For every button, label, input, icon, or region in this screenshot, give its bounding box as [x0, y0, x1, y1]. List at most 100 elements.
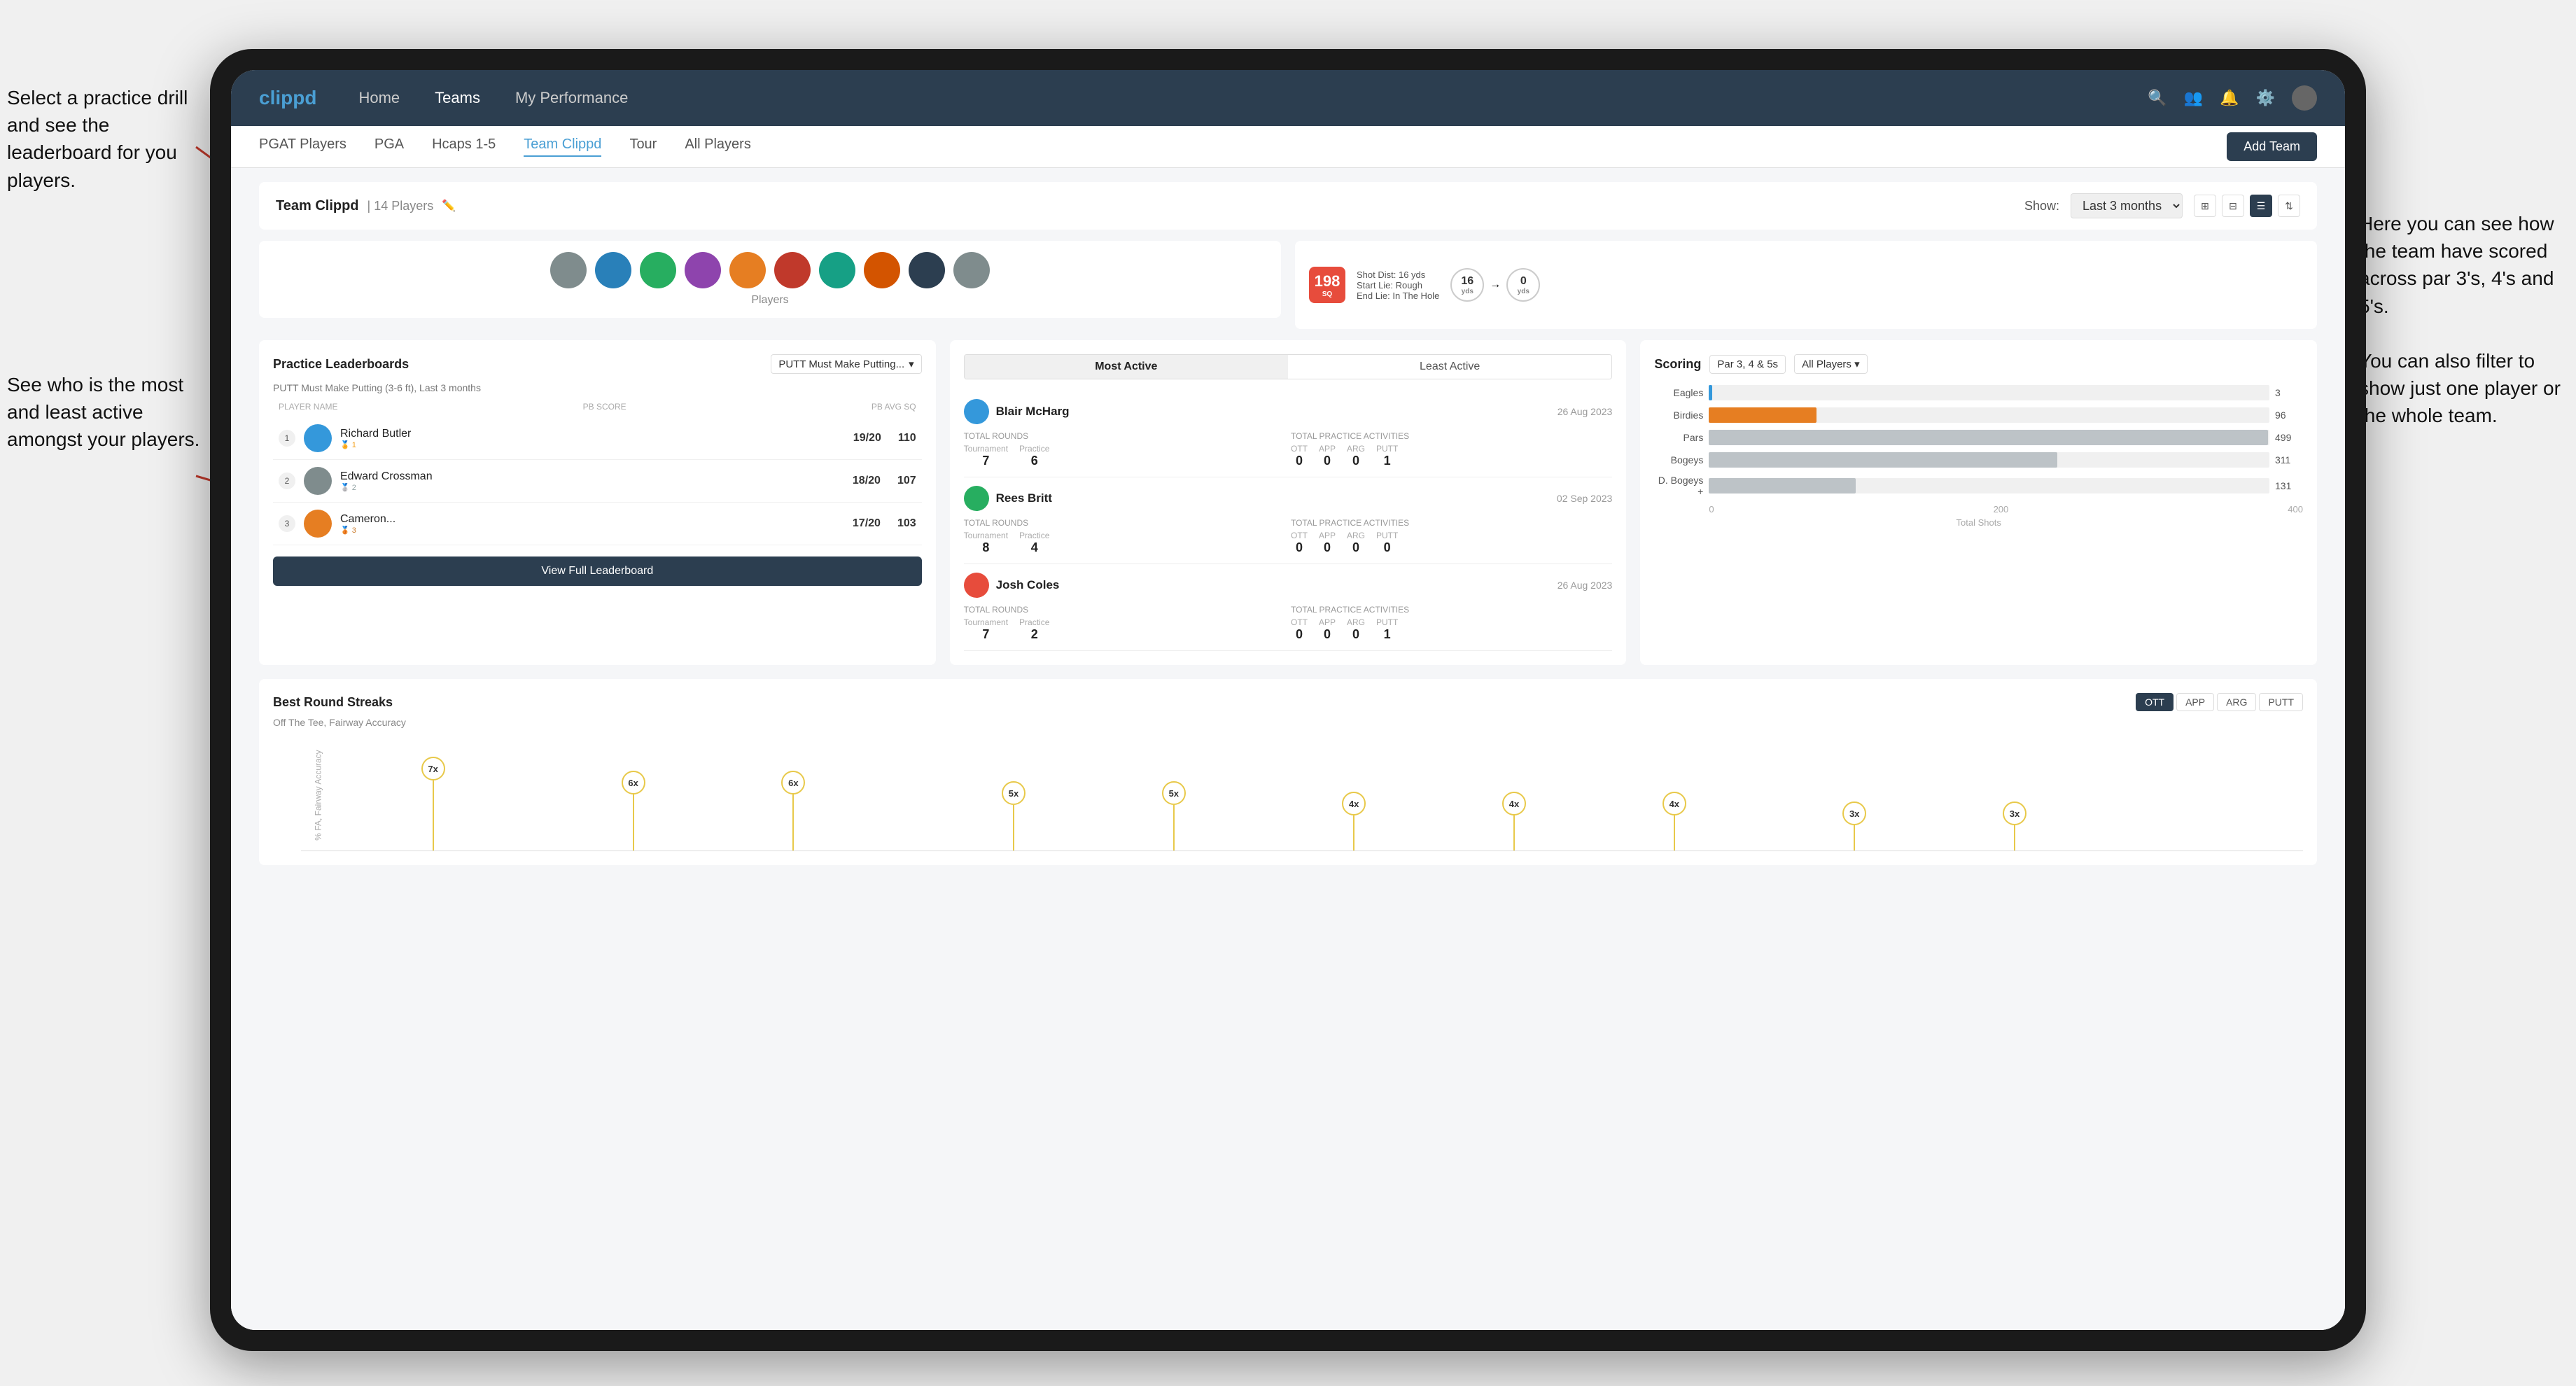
streak-line-4x-2 — [1513, 816, 1515, 850]
pc-ott-1: OTT 0 — [1291, 444, 1308, 468]
streak-badge-6x-2: 6x — [781, 771, 805, 794]
pc-avatar-3 — [964, 573, 989, 598]
streak-filter-app[interactable]: APP — [2176, 693, 2214, 711]
activity-tabs: Most Active Least Active — [964, 354, 1613, 379]
tab-least-active[interactable]: Least Active — [1288, 355, 1611, 379]
streak-filter-putt[interactable]: PUTT — [2259, 693, 2303, 711]
drill-dropdown[interactable]: PUTT Must Make Putting... ▾ — [771, 354, 921, 374]
streak-filter-arg[interactable]: ARG — [2217, 693, 2256, 711]
bar-label-eagles: Eagles — [1654, 387, 1703, 398]
bar-value-eagles: 3 — [2275, 387, 2303, 398]
tab-pgat-players[interactable]: PGAT Players — [259, 136, 346, 157]
player-avatar-8[interactable] — [864, 252, 900, 288]
tab-all-players[interactable]: All Players — [685, 136, 750, 157]
team-info: Team Clippd | 14 Players ✏️ — [276, 198, 456, 214]
player-avatar-4[interactable] — [685, 252, 721, 288]
streak-line-4x-1 — [1353, 816, 1354, 850]
total-shots-label: Total Shots — [1654, 517, 2303, 528]
user-avatar[interactable] — [2292, 85, 2317, 111]
scoring-par-filter[interactable]: Par 3, 4 & 5s — [1709, 355, 1786, 374]
shot-details: Shot Dist: 16 yds Start Lie: Rough End L… — [1357, 270, 1439, 301]
lb-score-3: 17/20 — [853, 517, 881, 530]
players-row-section: Players — [259, 241, 1281, 318]
three-columns: Practice Leaderboards PUTT Must Make Put… — [259, 340, 2317, 665]
lb-score-2: 18/20 — [853, 475, 881, 487]
streak-node-3x-2: 3x — [2003, 802, 2026, 850]
top-nav: clippd Home Teams My Performance 🔍 👥 🔔 ⚙… — [231, 70, 2345, 126]
people-icon[interactable]: 👥 — [2184, 89, 2203, 107]
tab-most-active[interactable]: Most Active — [965, 355, 1288, 379]
tab-pga[interactable]: PGA — [374, 136, 404, 157]
streak-node-5x-2: 5x — [1162, 781, 1186, 850]
pc-putt-2: PUTT 0 — [1376, 531, 1398, 555]
view-list-button[interactable]: ☰ — [2250, 195, 2272, 217]
player-avatar-6[interactable] — [774, 252, 811, 288]
player-avatar-7[interactable] — [819, 252, 855, 288]
nav-item-performance[interactable]: My Performance — [515, 89, 628, 107]
player-avatar-3[interactable] — [640, 252, 676, 288]
player-card-rees: Rees Britt 02 Sep 2023 Total Rounds Tour… — [964, 477, 1613, 564]
pc-putt-3: PUTT 1 — [1376, 617, 1398, 642]
add-team-button[interactable]: Add Team — [2227, 132, 2317, 161]
pc-practice-activities-label-1: Total Practice Activities — [1291, 431, 1612, 441]
streak-node-6x-1: 6x — [622, 771, 645, 850]
nav-item-teams[interactable]: Teams — [435, 89, 480, 107]
view-sort-button[interactable]: ⇅ — [2278, 195, 2300, 217]
bar-row-pars: Pars 499 — [1654, 430, 2303, 445]
scoring-header: Scoring Par 3, 4 & 5s All Players ▾ — [1654, 354, 2303, 374]
pc-total-rounds-label-1: Total Rounds — [964, 431, 1285, 441]
streak-node-7x: 7x — [421, 757, 445, 850]
show-period-select[interactable]: Last 3 months — [2071, 193, 2183, 218]
player-avatar-10[interactable] — [953, 252, 990, 288]
pc-date-1: 26 Aug 2023 — [1558, 406, 1613, 417]
shot-start-lie: Start Lie: Rough — [1357, 280, 1439, 290]
col-avg-label: PB AVG SQ — [872, 402, 916, 412]
table-row: 3 Cameron... 🥉 3 17/20 103 — [273, 503, 922, 545]
pc-tournament-3: Tournament 7 — [964, 617, 1008, 642]
bar-label-birdies: Birdies — [1654, 410, 1703, 421]
annotation-left2: See who is the most and least active amo… — [7, 371, 203, 454]
streak-badge-3x-1: 3x — [1842, 802, 1866, 825]
activity-panel: Most Active Least Active Blair McHarg 26… — [950, 340, 1627, 665]
lb-medal-3: 🥉 3 — [340, 526, 844, 535]
streak-line-3x-2 — [2014, 825, 2015, 850]
pc-practice-rounds-2: Practice 4 — [1019, 531, 1049, 555]
leaderboard-header: Practice Leaderboards PUTT Must Make Put… — [273, 354, 922, 374]
table-row: 1 Richard Butler 🏅 1 19/20 110 — [273, 417, 922, 460]
nav-item-home[interactable]: Home — [358, 89, 400, 107]
bell-icon[interactable]: 🔔 — [2220, 89, 2239, 107]
streak-filter-ott[interactable]: OTT — [2136, 693, 2174, 711]
view-grid2-button[interactable]: ⊞ — [2194, 195, 2216, 217]
bar-row-bogeys: Bogeys 311 — [1654, 452, 2303, 468]
bar-value-birdies: 96 — [2275, 410, 2303, 421]
drill-dropdown-label: PUTT Must Make Putting... — [778, 358, 904, 370]
player-avatar-2[interactable] — [595, 252, 631, 288]
streak-badge-3x-2: 3x — [2003, 802, 2026, 825]
streaks-subtitle: Off The Tee, Fairway Accuracy — [273, 717, 2303, 728]
pc-practice-activities-label-2: Total Practice Activities — [1291, 518, 1612, 528]
scoring-players-filter[interactable]: All Players ▾ — [1794, 354, 1868, 374]
pc-name-3: Josh Coles — [996, 578, 1550, 592]
shot-circles: 16 yds → 0 yds — [1450, 268, 1540, 302]
practice-leaderboard-panel: Practice Leaderboards PUTT Must Make Put… — [259, 340, 936, 665]
tab-tour[interactable]: Tour — [629, 136, 657, 157]
lb-avg-3: 103 — [897, 517, 916, 530]
view-grid3-button[interactable]: ⊟ — [2222, 195, 2244, 217]
shot-badge-value: 198 — [1315, 272, 1340, 290]
show-controls: Show: Last 3 months ⊞ ⊟ ☰ ⇅ — [2024, 193, 2300, 218]
player-avatar-1[interactable] — [550, 252, 587, 288]
shot-info-panel: 198 SQ Shot Dist: 16 yds Start Lie: Roug… — [1295, 241, 2317, 329]
view-full-leaderboard-button[interactable]: View Full Leaderboard — [273, 556, 922, 586]
edit-icon[interactable]: ✏️ — [442, 199, 456, 213]
streaks-header: Best Round Streaks OTT APP ARG PUTT — [273, 693, 2303, 711]
pc-ott-3: OTT 0 — [1291, 617, 1308, 642]
tab-hcaps[interactable]: Hcaps 1-5 — [432, 136, 496, 157]
col-player-label: PLAYER NAME — [279, 402, 337, 412]
player-avatar-5[interactable] — [729, 252, 766, 288]
pc-activities-values-3: OTT 0 APP 0 ARG 0 — [1291, 617, 1612, 642]
player-avatar-9[interactable] — [909, 252, 945, 288]
tab-team-clippd[interactable]: Team Clippd — [524, 136, 601, 157]
search-icon[interactable]: 🔍 — [2148, 89, 2166, 107]
leaderboard-columns: PLAYER NAME PB SCORE PB AVG SQ — [273, 402, 922, 412]
settings-icon[interactable]: ⚙️ — [2256, 89, 2275, 107]
